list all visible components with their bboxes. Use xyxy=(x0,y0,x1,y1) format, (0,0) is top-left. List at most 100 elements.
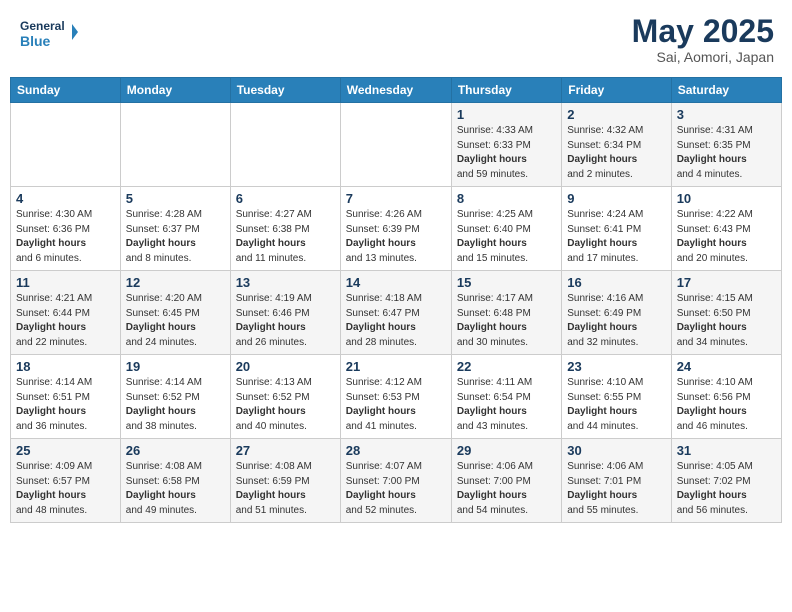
calendar-cell: 10 Sunrise: 4:22 AMSunset: 6:43 PMDayligh… xyxy=(671,187,781,271)
calendar-cell: 3 Sunrise: 4:31 AMSunset: 6:35 PMDaylight… xyxy=(671,103,781,187)
day-info: Sunrise: 4:14 AMSunset: 6:52 PMDaylight … xyxy=(126,376,225,434)
day-info: Sunrise: 4:25 AMSunset: 6:40 PMDaylight … xyxy=(457,208,556,266)
svg-text:General: General xyxy=(20,19,65,33)
calendar-cell xyxy=(340,103,451,187)
calendar-cell: 27 Sunrise: 4:08 AMSunset: 6:59 PMDayligh… xyxy=(230,439,340,523)
day-info: Sunrise: 4:19 AMSunset: 6:46 PMDaylight … xyxy=(236,292,335,350)
location: Sai, Aomori, Japan xyxy=(632,49,774,65)
col-header-sunday: Sunday xyxy=(11,78,121,103)
calendar-cell: 15 Sunrise: 4:17 AMSunset: 6:48 PMDayligh… xyxy=(451,271,561,355)
calendar-cell: 30 Sunrise: 4:06 AMSunset: 7:01 PMDayligh… xyxy=(562,439,671,523)
day-number: 1 xyxy=(457,107,556,122)
day-info: Sunrise: 4:27 AMSunset: 6:38 PMDaylight … xyxy=(236,208,335,266)
calendar-cell: 4 Sunrise: 4:30 AMSunset: 6:36 PMDaylight… xyxy=(11,187,121,271)
day-info: Sunrise: 4:33 AMSunset: 6:33 PMDaylight … xyxy=(457,124,556,182)
calendar-cell: 25Sunrise: 4:09 AMSunset: 6:57 PMDayligh… xyxy=(11,439,121,523)
calendar-cell: 19 Sunrise: 4:14 AMSunset: 6:52 PMDayligh… xyxy=(120,355,230,439)
day-number: 2 xyxy=(567,107,665,122)
day-number: 12 xyxy=(126,275,225,290)
calendar-cell xyxy=(120,103,230,187)
calendar-cell: 12 Sunrise: 4:20 AMSunset: 6:45 PMDayligh… xyxy=(120,271,230,355)
page-header: General Blue May 2025 Sai, Aomori, Japan xyxy=(10,10,782,69)
logo-svg: General Blue xyxy=(18,14,78,52)
logo: General Blue xyxy=(18,14,78,52)
calendar-cell: 23Sunrise: 4:10 AMSunset: 6:55 PMDayligh… xyxy=(562,355,671,439)
day-number: 30 xyxy=(567,443,665,458)
day-number: 31 xyxy=(677,443,776,458)
calendar-cell: 28 Sunrise: 4:07 AMSunset: 7:00 PMDayligh… xyxy=(340,439,451,523)
calendar-cell: 11Sunrise: 4:21 AMSunset: 6:44 PMDayligh… xyxy=(11,271,121,355)
calendar-cell: 18Sunrise: 4:14 AMSunset: 6:51 PMDayligh… xyxy=(11,355,121,439)
day-number: 20 xyxy=(236,359,335,374)
day-info: Sunrise: 4:10 AMSunset: 6:56 PMDaylight … xyxy=(677,376,776,434)
day-info: Sunrise: 4:26 AMSunset: 6:39 PMDaylight … xyxy=(346,208,446,266)
day-info: Sunrise: 4:13 AMSunset: 6:52 PMDaylight … xyxy=(236,376,335,434)
calendar-cell: 1 Sunrise: 4:33 AMSunset: 6:33 PMDaylight… xyxy=(451,103,561,187)
col-header-wednesday: Wednesday xyxy=(340,78,451,103)
day-info: Sunrise: 4:06 AMSunset: 7:01 PMDaylight … xyxy=(567,460,665,518)
day-info: Sunrise: 4:08 AMSunset: 6:58 PMDaylight … xyxy=(126,460,225,518)
day-info: Sunrise: 4:10 AMSunset: 6:55 PMDaylight … xyxy=(567,376,665,434)
calendar-cell: 13 Sunrise: 4:19 AMSunset: 6:46 PMDayligh… xyxy=(230,271,340,355)
day-number: 19 xyxy=(126,359,225,374)
day-number: 15 xyxy=(457,275,556,290)
day-info: Sunrise: 4:20 AMSunset: 6:45 PMDaylight … xyxy=(126,292,225,350)
calendar-cell: 7 Sunrise: 4:26 AMSunset: 6:39 PMDaylight… xyxy=(340,187,451,271)
col-header-friday: Friday xyxy=(562,78,671,103)
day-info: Sunrise: 4:05 AMSunset: 7:02 PMDaylight … xyxy=(677,460,776,518)
day-info: Sunrise: 4:11 AMSunset: 6:54 PMDaylight … xyxy=(457,376,556,434)
calendar-cell xyxy=(11,103,121,187)
day-info: Sunrise: 4:28 AMSunset: 6:37 PMDaylight … xyxy=(126,208,225,266)
day-info: Sunrise: 4:22 AMSunset: 6:43 PMDaylight … xyxy=(677,208,776,266)
day-number: 10 xyxy=(677,191,776,206)
calendar-cell: 20 Sunrise: 4:13 AMSunset: 6:52 PMDayligh… xyxy=(230,355,340,439)
day-number: 16 xyxy=(567,275,665,290)
calendar-cell: 29Sunrise: 4:06 AMSunset: 7:00 PMDayligh… xyxy=(451,439,561,523)
day-info: Sunrise: 4:16 AMSunset: 6:49 PMDaylight … xyxy=(567,292,665,350)
calendar-cell: 6 Sunrise: 4:27 AMSunset: 6:38 PMDaylight… xyxy=(230,187,340,271)
day-number: 27 xyxy=(236,443,335,458)
calendar-cell: 2 Sunrise: 4:32 AMSunset: 6:34 PMDaylight… xyxy=(562,103,671,187)
day-number: 6 xyxy=(236,191,335,206)
calendar-cell xyxy=(230,103,340,187)
day-info: Sunrise: 4:17 AMSunset: 6:48 PMDaylight … xyxy=(457,292,556,350)
day-info: Sunrise: 4:07 AMSunset: 7:00 PMDaylight … xyxy=(346,460,446,518)
day-info: Sunrise: 4:18 AMSunset: 6:47 PMDaylight … xyxy=(346,292,446,350)
title-block: May 2025 Sai, Aomori, Japan xyxy=(632,14,774,65)
day-number: 17 xyxy=(677,275,776,290)
calendar-cell: 17 Sunrise: 4:15 AMSunset: 6:50 PMDayligh… xyxy=(671,271,781,355)
calendar-cell: 14 Sunrise: 4:18 AMSunset: 6:47 PMDayligh… xyxy=(340,271,451,355)
day-number: 29 xyxy=(457,443,556,458)
day-number: 13 xyxy=(236,275,335,290)
calendar-cell: 8 Sunrise: 4:25 AMSunset: 6:40 PMDaylight… xyxy=(451,187,561,271)
svg-text:Blue: Blue xyxy=(20,33,51,49)
day-number: 24 xyxy=(677,359,776,374)
day-info: Sunrise: 4:32 AMSunset: 6:34 PMDaylight … xyxy=(567,124,665,182)
calendar-cell: 21Sunrise: 4:12 AMSunset: 6:53 PMDayligh… xyxy=(340,355,451,439)
day-number: 9 xyxy=(567,191,665,206)
calendar-cell: 24 Sunrise: 4:10 AMSunset: 6:56 PMDayligh… xyxy=(671,355,781,439)
calendar-cell: 31 Sunrise: 4:05 AMSunset: 7:02 PMDayligh… xyxy=(671,439,781,523)
day-number: 3 xyxy=(677,107,776,122)
calendar-cell: 26 Sunrise: 4:08 AMSunset: 6:58 PMDayligh… xyxy=(120,439,230,523)
day-number: 26 xyxy=(126,443,225,458)
calendar-cell: 5Sunrise: 4:28 AMSunset: 6:37 PMDaylight… xyxy=(120,187,230,271)
day-number: 28 xyxy=(346,443,446,458)
col-header-saturday: Saturday xyxy=(671,78,781,103)
day-number: 7 xyxy=(346,191,446,206)
col-header-monday: Monday xyxy=(120,78,230,103)
day-info: Sunrise: 4:31 AMSunset: 6:35 PMDaylight … xyxy=(677,124,776,182)
day-number: 25 xyxy=(16,443,115,458)
day-info: Sunrise: 4:30 AMSunset: 6:36 PMDaylight … xyxy=(16,208,115,266)
col-header-tuesday: Tuesday xyxy=(230,78,340,103)
day-number: 4 xyxy=(16,191,115,206)
day-info: Sunrise: 4:15 AMSunset: 6:50 PMDaylight … xyxy=(677,292,776,350)
day-number: 8 xyxy=(457,191,556,206)
day-number: 21 xyxy=(346,359,446,374)
day-info: Sunrise: 4:08 AMSunset: 6:59 PMDaylight … xyxy=(236,460,335,518)
calendar-cell: 16 Sunrise: 4:16 AMSunset: 6:49 PMDayligh… xyxy=(562,271,671,355)
day-number: 22 xyxy=(457,359,556,374)
col-header-thursday: Thursday xyxy=(451,78,561,103)
calendar-cell: 9Sunrise: 4:24 AMSunset: 6:41 PMDaylight… xyxy=(562,187,671,271)
day-number: 14 xyxy=(346,275,446,290)
